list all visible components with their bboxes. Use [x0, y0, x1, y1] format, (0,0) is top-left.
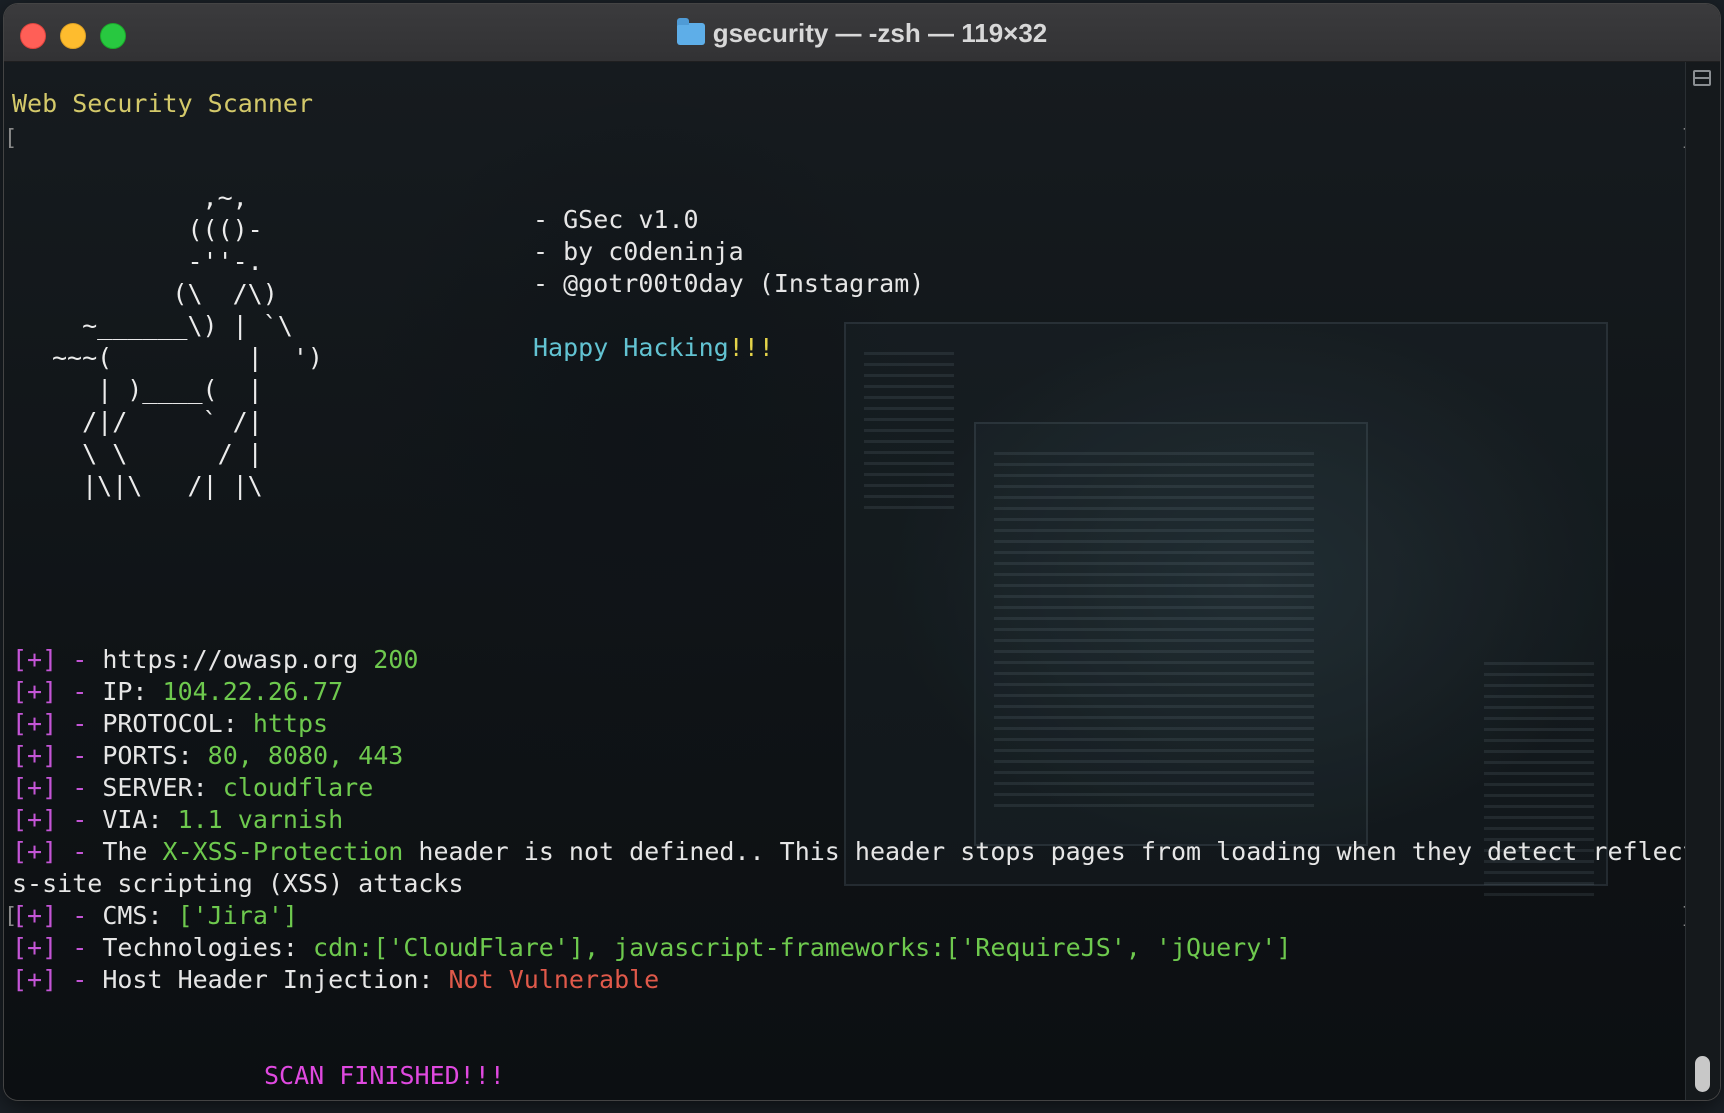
result-dash: -	[57, 965, 103, 994]
result-marker: [+]	[12, 837, 58, 866]
background-code	[994, 452, 1314, 812]
result-dash: -	[57, 805, 103, 834]
result-marker: [+]	[12, 773, 58, 802]
scan-finished: SCAN FINISHED!!!	[264, 1061, 505, 1090]
result-ports: [+] - PORTS: 80, 8080, 443	[12, 740, 403, 772]
result-tech-label: Technologies:	[102, 933, 314, 962]
result-server-value: cloudflare	[222, 773, 374, 802]
result-cms-value: ['Jira']	[177, 901, 298, 930]
result-marker: [+]	[12, 805, 58, 834]
result-url: [+] - https://owasp.org 200	[12, 644, 418, 676]
result-server: [+] - SERVER: cloudflare	[12, 772, 373, 804]
window-title: gsecurity — -zsh — 119×32	[4, 18, 1720, 49]
info-author: - by c0deninja	[533, 237, 744, 266]
result-dash: -	[57, 933, 103, 962]
terminal-window: gsecurity — -zsh — 119×32 Web Security S…	[4, 4, 1720, 1100]
happy-hacking: Happy Hacking!!!	[533, 332, 774, 364]
result-dash: -	[57, 677, 103, 706]
result-marker: [+]	[12, 645, 58, 674]
info-version: - GSec v1.0	[533, 205, 699, 234]
result-marker: [+]	[12, 901, 58, 930]
result-dash: -	[57, 741, 103, 770]
result-protocol-label: PROTOCOL:	[102, 709, 253, 738]
result-ip: [+] - IP: 104.22.26.77	[12, 676, 343, 708]
result-dash: -	[57, 773, 103, 802]
result-cms: [+] - CMS: ['Jira']	[12, 900, 298, 932]
result-server-label: SERVER:	[102, 773, 223, 802]
result-dash: -	[57, 645, 103, 674]
result-ports-value: 80, 8080, 443	[207, 741, 404, 770]
result-marker: [+]	[12, 709, 58, 738]
result-xss-continuation: s-site scripting (XSS) attacks	[12, 869, 464, 898]
result-cms-label: CMS:	[102, 901, 178, 930]
result-via: [+] - VIA: 1.1 varnish	[12, 804, 343, 836]
info-instagram: - @gotr00t0day (Instagram)	[533, 269, 925, 298]
scrollbar-toggle-icon[interactable]	[1693, 70, 1711, 86]
result-marker: [+]	[12, 965, 58, 994]
title-bar[interactable]: gsecurity — -zsh — 119×32	[4, 4, 1720, 62]
bracket-left-top: [	[4, 126, 18, 151]
result-ports-label: PORTS:	[102, 741, 208, 770]
result-xss-post: header is not defined.. This header stop…	[403, 837, 1720, 866]
result-dash: -	[57, 709, 103, 738]
window-title-text: gsecurity — -zsh — 119×32	[712, 18, 1048, 48]
ascii-art: ,~, ((()- -''-. (\ /\) ~______\) | `\ ~~…	[52, 183, 323, 500]
scrollbar[interactable]	[1685, 62, 1720, 1100]
result-marker: [+]	[12, 741, 58, 770]
folder-icon	[676, 18, 705, 45]
result-xss-header: X-XSS-Protection	[162, 837, 404, 866]
result-tech-value: cdn:['CloudFlare'], javascript-framework…	[313, 933, 1292, 962]
result-hhi-label: Host Header Injection:	[102, 965, 449, 994]
result-url-status: 200	[373, 645, 419, 674]
result-url-text: https://owasp.org	[102, 645, 359, 674]
scrollbar-thumb[interactable]	[1695, 1056, 1710, 1092]
result-dash: -	[57, 837, 103, 866]
result-xss-pre: The	[102, 837, 163, 866]
happy-text: Happy Hacking	[533, 333, 729, 362]
result-hhi-value: Not Vulnerable	[448, 965, 660, 994]
result-via-label: VIA:	[102, 805, 178, 834]
result-xss: [+] - The X-XSS-Protection header is not…	[12, 836, 1720, 868]
terminal-output[interactable]: Web Security Scanner [ ] ,~, ((()- -''-.…	[4, 62, 1720, 1100]
result-marker: [+]	[12, 933, 58, 962]
background-code-left	[864, 352, 954, 512]
result-host-header: [+] - Host Header Injection: Not Vulnera…	[12, 964, 659, 996]
result-protocol: [+] - PROTOCOL: https	[12, 708, 328, 740]
result-ip-label: IP:	[102, 677, 163, 706]
result-marker: [+]	[12, 677, 58, 706]
result-via-value: 1.1 varnish	[177, 805, 344, 834]
happy-bang: !!!	[728, 333, 774, 362]
result-dash: -	[57, 901, 103, 930]
result-protocol-value: https	[252, 709, 329, 738]
scanner-header: Web Security Scanner	[12, 89, 314, 118]
result-technologies: [+] - Technologies: cdn:['CloudFlare'], …	[12, 932, 1291, 964]
result-ip-value: 104.22.26.77	[162, 677, 344, 706]
